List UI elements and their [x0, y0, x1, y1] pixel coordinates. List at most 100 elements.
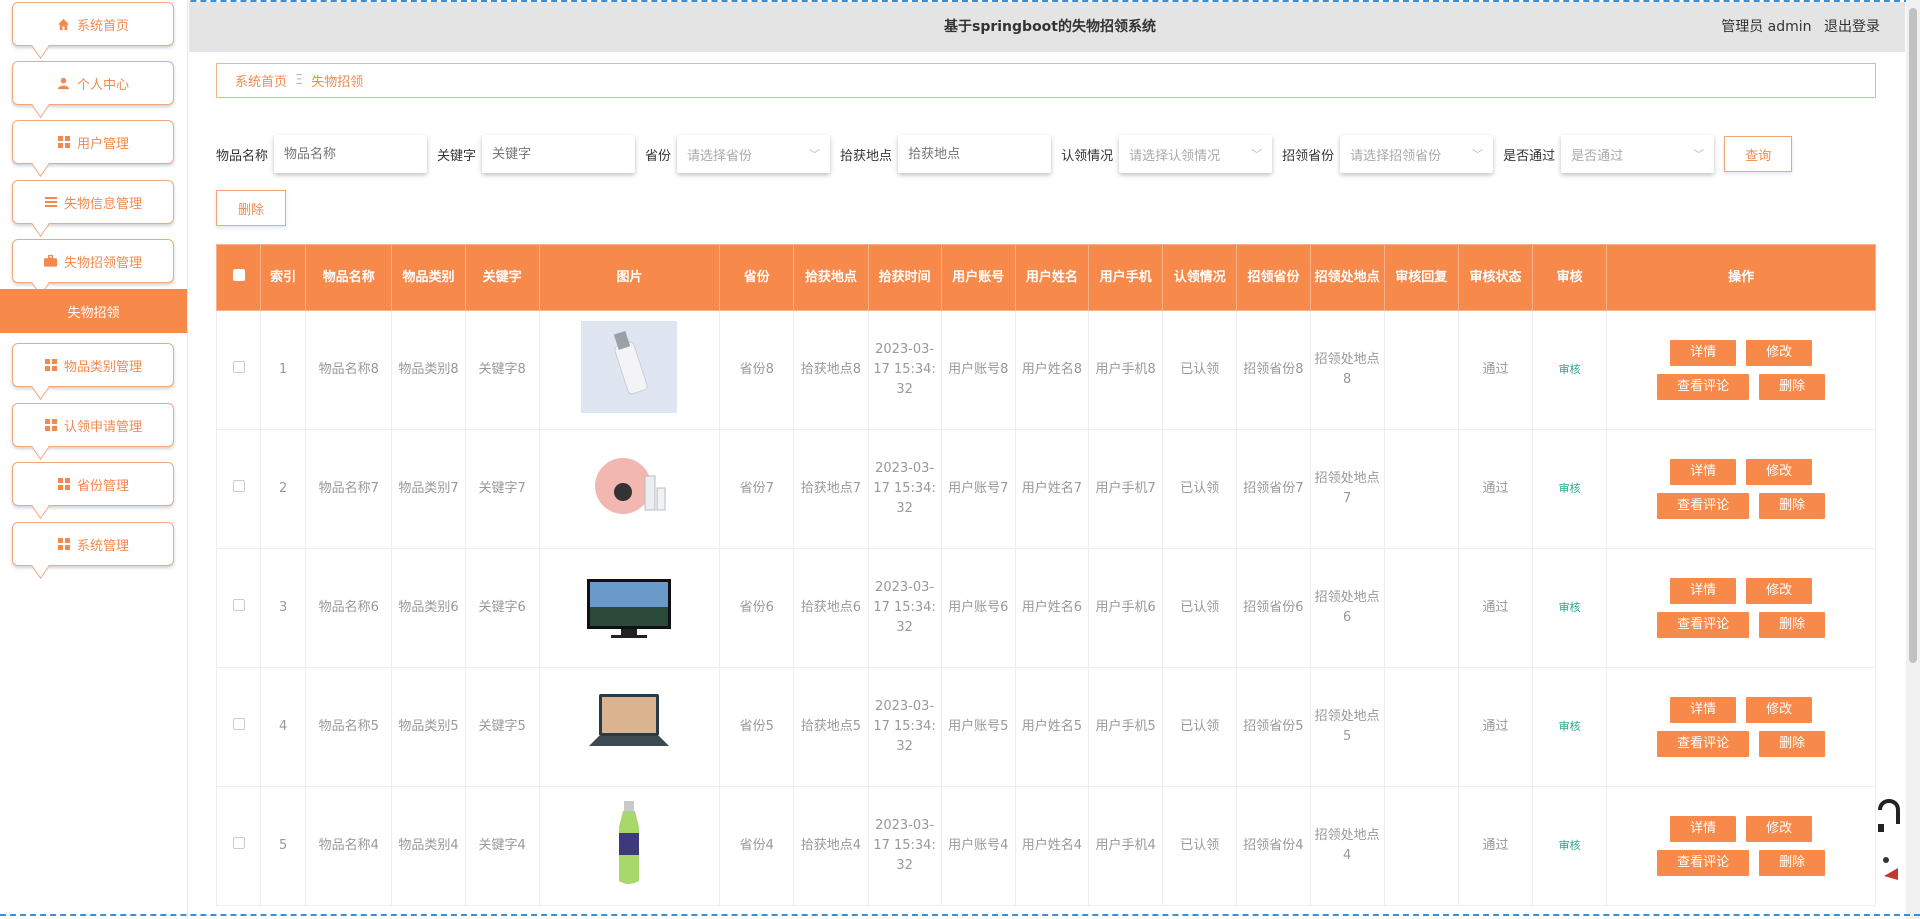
- detail-button[interactable]: 详情: [1670, 459, 1737, 485]
- sidebar-item-claims[interactable]: 认领申请管理: [12, 403, 174, 447]
- claim-select[interactable]: 请选择认领情况 ﹀: [1119, 135, 1273, 173]
- item-thumbnail-cosmetic-bottle[interactable]: [581, 320, 678, 413]
- edit-button[interactable]: 修改: [1746, 816, 1813, 842]
- col-header: 审核: [1532, 244, 1608, 311]
- view-comments-button[interactable]: 查看评论: [1657, 612, 1750, 638]
- audit-link[interactable]: 审核: [1559, 601, 1581, 614]
- cell-status: 通过: [1457, 429, 1534, 549]
- cell-reply: [1383, 429, 1459, 549]
- view-comments-button[interactable]: 查看评论: [1657, 850, 1750, 876]
- province-select-placeholder: 请选择省份: [687, 148, 753, 164]
- audit-link[interactable]: 审核: [1559, 482, 1581, 495]
- delete-button[interactable]: 删除: [1759, 731, 1826, 757]
- row-checkbox[interactable]: [232, 361, 245, 373]
- cell-claim-place: 招领处地点4: [1309, 786, 1385, 906]
- sidebar-item-profile[interactable]: 个人中心: [12, 61, 174, 105]
- table-row: 4 物品名称5 物品类别5 关键字5 省份5 拾获地点5 2023-03-17 …: [215, 667, 1876, 787]
- audit-link[interactable]: 审核: [1559, 363, 1581, 376]
- pass-select-placeholder: 是否通过: [1571, 148, 1624, 164]
- logout-link[interactable]: 退出登录: [1824, 19, 1880, 35]
- cell-claim-place: 招领处地点7: [1309, 429, 1385, 549]
- edit-button[interactable]: 修改: [1746, 578, 1813, 604]
- cell-location: 拾获地点6: [793, 548, 869, 668]
- view-comments-button[interactable]: 查看评论: [1657, 731, 1750, 757]
- cell-name: 物品名称4: [305, 786, 393, 906]
- keyword-label: 关键字: [437, 148, 477, 164]
- cell-username: 用户姓名4: [1014, 786, 1090, 906]
- table-header-row: 索引 物品名称 物品类别 关键字 图片 省份 拾获地点 拾获时间 用户账号 用户…: [215, 244, 1876, 311]
- delete-button[interactable]: 删除: [1759, 374, 1826, 400]
- query-button[interactable]: 查询: [1724, 136, 1793, 172]
- col-header: 用户姓名: [1014, 244, 1090, 311]
- detail-button[interactable]: 详情: [1670, 340, 1737, 366]
- grid-icon: [44, 418, 58, 432]
- cell-claim: 已认领: [1162, 429, 1238, 549]
- delete-button[interactable]: 删除: [1759, 612, 1826, 638]
- table-row: 3 物品名称6 物品类别6 关键字6 省份6 拾获地点6 2023-03-17 …: [215, 548, 1876, 668]
- sidebar-item-home[interactable]: 系统首页: [12, 2, 174, 46]
- item-thumbnail-cosmetic-set[interactable]: [581, 439, 678, 532]
- sidebar: 系统首页 个人中心 用户管理 失物信息管理 失物招领管理 失物招领 物品类别管理…: [0, 0, 188, 919]
- view-comments-button[interactable]: 查看评论: [1657, 374, 1750, 400]
- audit-link[interactable]: 审核: [1559, 839, 1581, 852]
- col-header: 物品名称: [305, 244, 393, 311]
- keyword-input[interactable]: [482, 135, 636, 173]
- claim-province-select[interactable]: 请选择招领省份 ﹀: [1340, 135, 1494, 173]
- cell-image: [538, 310, 721, 430]
- cell-claim-place: 招领处地点6: [1309, 548, 1385, 668]
- pass-select[interactable]: 是否通过 ﹀: [1561, 135, 1715, 173]
- user-area: 管理员 admin 退出登录: [1713, 2, 1880, 52]
- cell-category: 物品类别5: [391, 667, 466, 787]
- cell-image: [538, 429, 721, 549]
- cell-username: 用户姓名5: [1014, 667, 1090, 787]
- cell-reply: [1383, 786, 1459, 906]
- bottom-dashed-frame: [0, 914, 1920, 917]
- sidebar-subitem-found[interactable]: 失物招领: [0, 289, 187, 333]
- col-header: 认领情况: [1162, 244, 1238, 311]
- row-checkbox[interactable]: [232, 599, 245, 611]
- province-select[interactable]: 请选择省份 ﹀: [677, 135, 831, 173]
- cell-province: 省份5: [719, 667, 795, 787]
- cell-phone: 用户手机5: [1088, 667, 1164, 787]
- audit-link[interactable]: 审核: [1559, 720, 1581, 733]
- row-checkbox[interactable]: [232, 837, 245, 849]
- breadcrumb-home[interactable]: 系统首页: [235, 71, 287, 90]
- edit-button[interactable]: 修改: [1746, 340, 1813, 366]
- name-input[interactable]: [274, 135, 428, 173]
- row-checkbox[interactable]: [232, 480, 245, 492]
- batch-delete-button[interactable]: 删除: [216, 190, 286, 226]
- sidebar-item-lost-info[interactable]: 失物信息管理: [12, 180, 174, 224]
- vertical-scrollbar[interactable]: [1906, 0, 1920, 919]
- cell-image: [538, 786, 721, 906]
- delete-button[interactable]: 删除: [1759, 493, 1826, 519]
- cell-image: [538, 548, 721, 668]
- sidebar-item-users[interactable]: 用户管理: [12, 120, 174, 164]
- partial-floating-icon: [1878, 799, 1900, 880]
- scrollbar-thumb[interactable]: [1909, 8, 1917, 663]
- detail-button[interactable]: 详情: [1670, 697, 1737, 723]
- detail-button[interactable]: 详情: [1670, 578, 1737, 604]
- sidebar-item-label: 失物招领管理: [63, 255, 142, 271]
- table-row: 5 物品名称4 物品类别4 关键字4 省份4 拾获地点4 2023-03-17 …: [215, 786, 1876, 906]
- sidebar-item-category[interactable]: 物品类别管理: [12, 343, 174, 387]
- detail-button[interactable]: 详情: [1670, 816, 1737, 842]
- select-all-checkbox[interactable]: [215, 244, 262, 311]
- sidebar-item-system[interactable]: 系统管理: [12, 522, 174, 566]
- sidebar-item-found-manage[interactable]: 失物招领管理: [12, 239, 174, 283]
- cell-status: 通过: [1457, 786, 1534, 906]
- location-input[interactable]: [898, 135, 1052, 173]
- cell-time: 2023-03-17 15:34:32: [867, 667, 942, 787]
- cell-account: 用户账号6: [940, 548, 1016, 668]
- row-checkbox[interactable]: [232, 718, 245, 730]
- cell-phone: 用户手机6: [1088, 548, 1164, 668]
- edit-button[interactable]: 修改: [1746, 697, 1813, 723]
- delete-button[interactable]: 删除: [1759, 850, 1826, 876]
- sidebar-item-province[interactable]: 省份管理: [12, 462, 174, 506]
- location-label: 拾获地点: [840, 148, 893, 164]
- item-thumbnail-drink-bottle[interactable]: [581, 796, 678, 889]
- view-comments-button[interactable]: 查看评论: [1657, 493, 1750, 519]
- item-thumbnail-laptop[interactable]: [581, 677, 678, 770]
- item-thumbnail-monitor[interactable]: [581, 558, 678, 651]
- name-label: 物品名称: [216, 148, 269, 164]
- edit-button[interactable]: 修改: [1746, 459, 1813, 485]
